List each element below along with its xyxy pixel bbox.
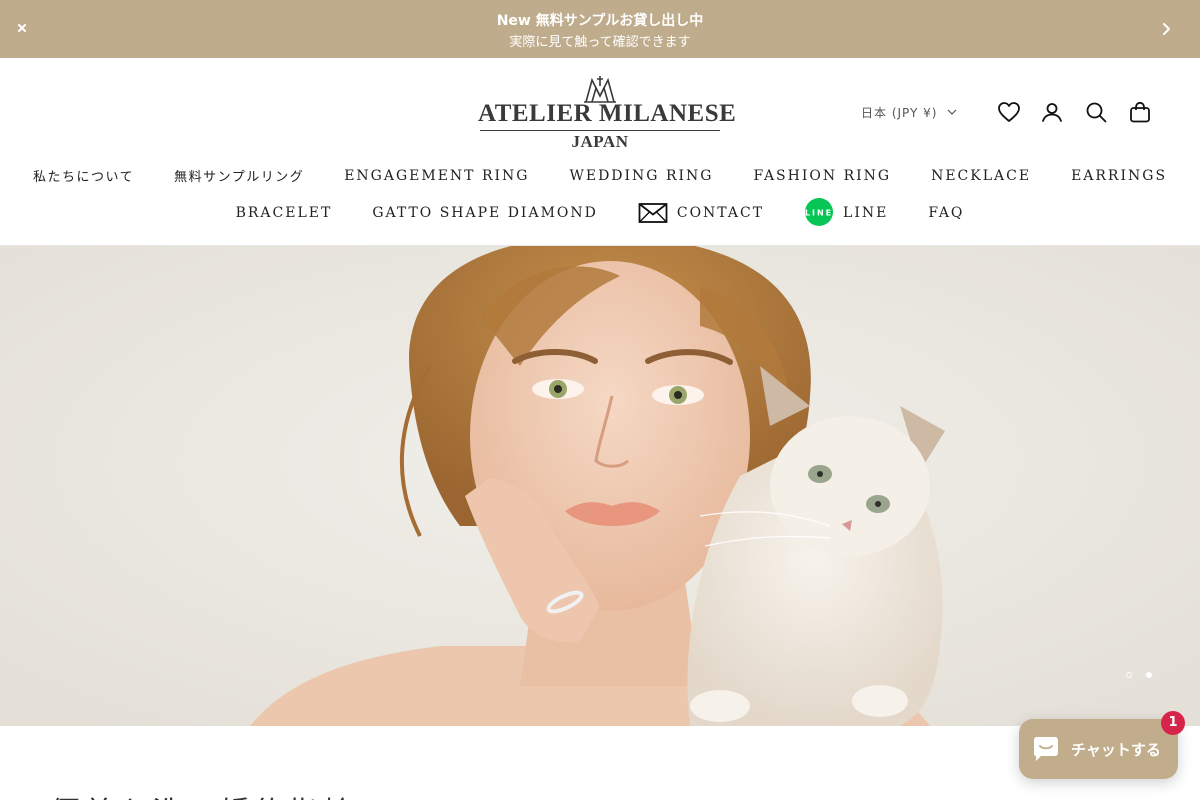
nav-item-earrings[interactable]: EARRINGS [1071,168,1167,184]
chat-bubble-icon [1034,737,1058,761]
nav-item-bracelet[interactable]: BRACELET [236,205,333,221]
slideshow-dots [1126,672,1152,678]
logo[interactable]: ATELIER MILANESE JAPAN [478,74,737,154]
envelope-icon [638,203,668,223]
nav-item-engagement-ring[interactable]: ENGAGEMENT RING [344,168,529,184]
chat-notification-badge: 1 [1161,711,1185,735]
slide-dot-2[interactable] [1146,672,1152,678]
nav-item-line-label: LINE [843,205,889,221]
logo-divider [480,130,720,131]
chevron-right-icon[interactable] [1158,19,1176,39]
nav-item-free-sample-ring[interactable]: 無料サンプルリング [174,166,304,185]
locale-selector[interactable]: 日本 (JPY ¥) [861,104,957,121]
nav-item-wedding-ring[interactable]: WEDDING RING [569,168,713,184]
announcement-bar: New 無料サンプルお貸し出し中 実際に見て触って確認できます [0,0,1200,58]
logo-subtitle: JAPAN [571,132,629,151]
hero-image [0,246,1200,726]
main-nav-row-1: 私たちについて 無料サンプルリング ENGAGEMENT RING WEDDIN… [0,166,1200,186]
nav-item-about[interactable]: 私たちについて [33,166,134,185]
hero-slideshow[interactable] [0,246,1200,726]
nav-item-line[interactable]: LINE LINE [804,198,888,228]
chat-button[interactable]: チャットする [1019,719,1178,779]
heart-icon[interactable] [997,100,1021,124]
account-icon[interactable] [1040,100,1064,124]
main-nav-row-2: BRACELET GATTO SHAPE DIAMOND CONTACT LIN… [0,198,1200,228]
line-badge-text: LINE [805,209,833,218]
logo-name: ATELIER MILANESE [478,100,737,127]
locale-label: 日本 (JPY ¥) [861,106,938,120]
chat-label: チャットする [1071,740,1161,759]
slide-dot-1[interactable] [1126,672,1132,678]
nav-item-contact[interactable]: CONTACT [638,201,764,225]
bag-icon[interactable] [1128,100,1152,124]
line-app-icon: LINE [805,198,834,226]
site-header: ATELIER MILANESE JAPAN 日本 (JPY ¥) 私たちについ… [0,58,1200,246]
nav-item-necklace[interactable]: NECKLACE [931,168,1031,184]
search-icon[interactable] [1084,100,1108,124]
nav-item-fashion-ring[interactable]: FASHION RING [753,168,891,184]
announcement-title[interactable]: New 無料サンプルお貸し出し中 [0,10,1200,30]
nav-item-gatto-shape-diamond[interactable]: GATTO SHAPE DIAMOND [372,205,598,221]
announcement-subtitle: 実際に見て触って確認できます [509,35,691,50]
nav-item-contact-label: CONTACT [676,205,765,221]
chevron-down-icon [948,109,957,115]
section-heading: 優美な洗い婚約指輪 [50,788,356,800]
nav-item-faq[interactable]: FAQ [928,205,964,221]
